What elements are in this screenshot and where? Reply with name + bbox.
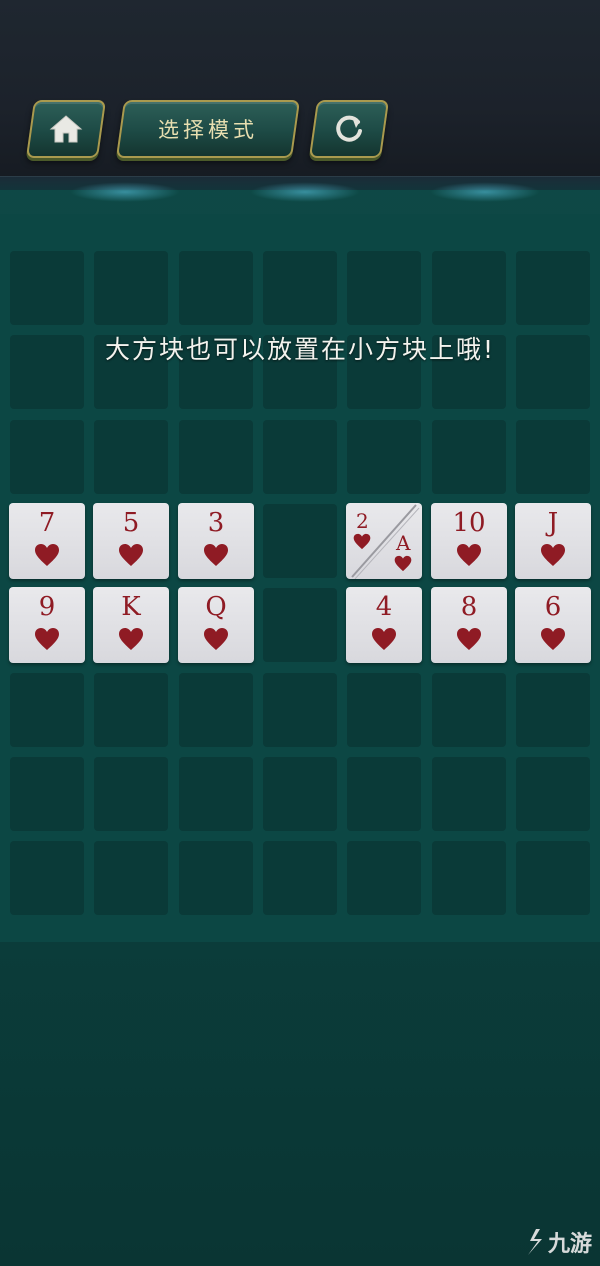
heart-icon — [540, 543, 566, 567]
card-rank: 9 — [38, 592, 56, 622]
header-glow — [430, 182, 540, 202]
card-rank: 8 — [460, 592, 478, 622]
select-mode-label: 选择模式 — [158, 118, 258, 142]
empty-slot[interactable] — [347, 673, 421, 747]
empty-slot[interactable] — [10, 420, 84, 494]
empty-slot[interactable] — [516, 673, 590, 747]
restart-button[interactable] — [308, 100, 390, 158]
select-mode-button[interactable]: 选择模式 — [115, 100, 301, 158]
empty-slot[interactable] — [179, 420, 253, 494]
empty-slot[interactable] — [347, 251, 421, 325]
card-rank: K — [121, 592, 141, 622]
home-icon — [49, 115, 83, 143]
heart-icon — [34, 627, 60, 651]
card-rank: 3 — [207, 508, 225, 538]
empty-slot[interactable] — [347, 757, 421, 831]
card-rank: 7 — [38, 508, 56, 538]
empty-slot[interactable] — [263, 588, 337, 662]
empty-slot[interactable] — [263, 673, 337, 747]
card-tile[interactable]: 7 — [9, 503, 85, 579]
empty-slot[interactable] — [10, 841, 84, 915]
heart-icon — [118, 627, 144, 651]
empty-slot[interactable] — [263, 504, 337, 578]
empty-slot[interactable] — [516, 841, 590, 915]
empty-slot[interactable] — [516, 251, 590, 325]
empty-slot[interactable] — [432, 757, 506, 831]
card-tile[interactable]: 9 — [9, 587, 85, 663]
empty-slot[interactable] — [432, 420, 506, 494]
empty-slot[interactable] — [432, 251, 506, 325]
card-rank: 10 — [452, 508, 486, 538]
header-glow — [250, 182, 360, 202]
empty-slot[interactable] — [94, 251, 168, 325]
heart-icon — [203, 627, 229, 651]
heart-icon — [394, 555, 412, 576]
empty-slot[interactable] — [179, 757, 253, 831]
card-tile[interactable]: K — [93, 587, 169, 663]
empty-slot[interactable] — [10, 251, 84, 325]
card-rank: 2 — [356, 509, 369, 533]
empty-slot[interactable] — [263, 757, 337, 831]
empty-slot[interactable] — [94, 420, 168, 494]
card-rank: 4 — [375, 592, 393, 622]
empty-slot[interactable] — [10, 757, 84, 831]
card-tile[interactable]: 10 — [431, 503, 507, 579]
empty-slot[interactable] — [263, 251, 337, 325]
card-tile[interactable]: 3 — [178, 503, 254, 579]
watermark-text: 九游 — [547, 1232, 592, 1257]
empty-slot[interactable] — [516, 420, 590, 494]
card-rank: 6 — [544, 592, 562, 622]
card-tile[interactable]: Q — [178, 587, 254, 663]
heart-icon — [456, 543, 482, 567]
card-rank-secondary: A — [396, 531, 411, 555]
card-tile[interactable]: 6 — [515, 587, 591, 663]
watermark-logo: 九游 — [522, 1226, 592, 1258]
card-tile[interactable]: 5 — [93, 503, 169, 579]
empty-slot[interactable] — [516, 757, 590, 831]
card-tile[interactable]: J — [515, 503, 591, 579]
heart-icon — [118, 543, 144, 567]
heart-icon — [540, 627, 566, 651]
heart-icon — [34, 543, 60, 567]
empty-slot[interactable] — [10, 673, 84, 747]
empty-slot[interactable] — [179, 251, 253, 325]
card-tile[interactable]: 2A — [346, 503, 422, 579]
card-tile[interactable]: 4 — [346, 587, 422, 663]
empty-slot[interactable] — [179, 841, 253, 915]
header-glow — [70, 182, 180, 202]
card-rank: J — [547, 508, 559, 538]
hint-text: 大方块也可以放置在小方块上哦! — [104, 335, 496, 364]
empty-slot[interactable] — [179, 673, 253, 747]
empty-slot[interactable] — [263, 841, 337, 915]
empty-slot[interactable] — [94, 757, 168, 831]
refresh-icon — [336, 115, 362, 142]
empty-slot[interactable] — [263, 420, 337, 494]
home-button[interactable] — [25, 100, 107, 158]
heart-icon — [371, 627, 397, 651]
heart-icon — [353, 533, 371, 554]
card-rank: 5 — [122, 508, 140, 538]
empty-slot[interactable] — [94, 841, 168, 915]
card-tile[interactable]: 8 — [431, 587, 507, 663]
heart-icon — [203, 543, 229, 567]
jiuyou-logo-icon — [527, 1229, 542, 1255]
empty-slot[interactable] — [432, 673, 506, 747]
empty-slot[interactable] — [347, 841, 421, 915]
empty-slot[interactable] — [347, 420, 421, 494]
empty-slot[interactable] — [94, 673, 168, 747]
empty-slot[interactable] — [432, 841, 506, 915]
heart-icon — [456, 627, 482, 651]
card-rank: Q — [205, 592, 227, 622]
